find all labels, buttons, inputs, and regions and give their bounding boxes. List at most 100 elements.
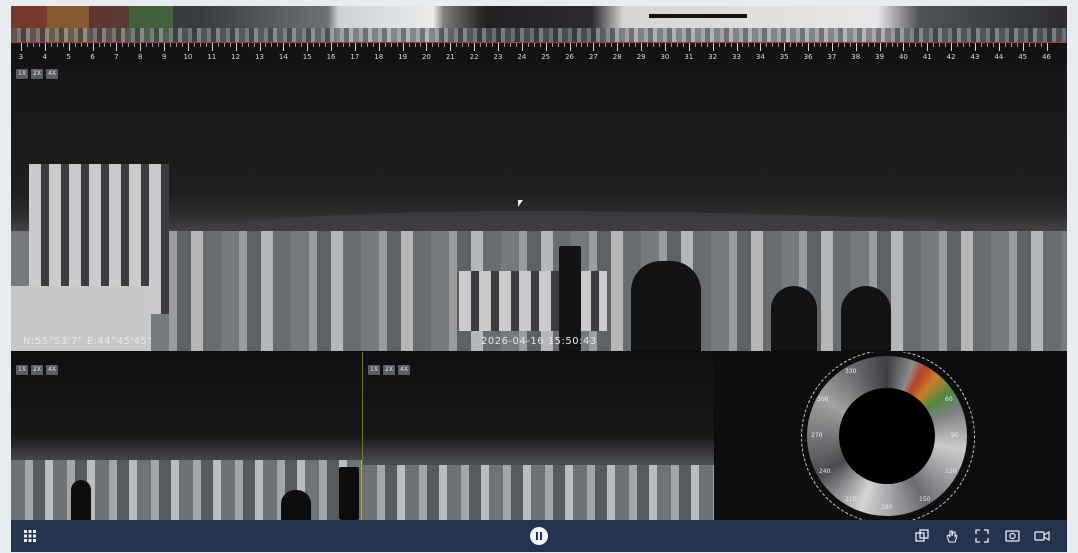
ruler-major-tick [331, 43, 333, 51]
ruler-label: 35 [779, 53, 789, 61]
gps-coordinates: N:55°53'7" E:44°45'45" [23, 336, 153, 347]
sub-view-middle[interactable]: 1X 2X 4X [363, 352, 714, 520]
zoom-2x-button[interactable]: 2X [31, 365, 43, 375]
ruler-minor-tick [104, 43, 106, 47]
compass-label: 240 [819, 468, 831, 475]
ruler-minor-tick [915, 43, 917, 47]
vent-duct [841, 286, 891, 351]
fullscreen-icon[interactable] [974, 520, 990, 552]
record-video-icon[interactable] [1034, 520, 1050, 552]
ruler-label: 25 [541, 53, 551, 61]
ruler-minor-tick [819, 43, 821, 47]
zoom-4x-button[interactable]: 4X [46, 365, 58, 375]
layers-icon[interactable] [914, 520, 930, 552]
snapshot-icon[interactable] [1004, 520, 1020, 552]
ruler-label: 10 [183, 53, 193, 61]
ruler-minor-tick [730, 43, 732, 47]
compass-label: 150 [919, 496, 931, 503]
ruler-minor-tick [694, 43, 696, 47]
zoom-1x-button[interactable]: 1X [16, 69, 28, 79]
ruler-label: 18 [374, 53, 384, 61]
ruler-minor-tick [110, 43, 112, 47]
vent-duct [71, 480, 91, 520]
ruler-minor-tick [253, 43, 255, 47]
ruler-major-tick [975, 43, 976, 51]
ruler-minor-tick [432, 43, 434, 47]
ruler-minor-tick [885, 43, 887, 47]
zoom-2x-button[interactable]: 2X [383, 365, 395, 375]
ruler-minor-tick [396, 43, 398, 47]
ruler-major-tick [426, 43, 428, 51]
pause-button[interactable] [528, 520, 550, 552]
ruler-label: 5 [66, 53, 71, 61]
ruler-minor-tick [193, 43, 195, 47]
main-thermal-view[interactable]: 1X 2X 4X N:55°53'7" E:44°45'45" 2026-04-… [11, 66, 1067, 351]
ruler-label: 6 [90, 53, 95, 61]
ruler-label: 31 [684, 53, 694, 61]
ruler-label: 42 [946, 53, 956, 61]
compass-label: 120 [945, 468, 957, 475]
sub-view-left[interactable]: 1X 2X 4X [11, 352, 363, 520]
ruler-minor-tick [181, 43, 183, 47]
zoom-4x-button[interactable]: 4X [398, 365, 410, 375]
ruler-major-tick [283, 43, 285, 51]
ruler-label: 28 [612, 53, 622, 61]
ruler-minor-tick [611, 43, 613, 47]
grid-menu-icon[interactable] [23, 520, 37, 552]
ruler-label: 4 [42, 53, 48, 61]
ruler-minor-tick [241, 43, 243, 47]
heading-compass[interactable]: 270 300 330 60 90 120 150 180 210 240 [801, 352, 975, 520]
ruler-label: 11 [207, 53, 217, 61]
ruler-minor-tick [873, 43, 875, 47]
ruler-minor-tick [217, 43, 219, 47]
ruler-minor-tick [462, 43, 464, 47]
ruler-major-tick [235, 43, 237, 51]
ruler-major-tick [808, 43, 810, 51]
ruler-major-tick [211, 43, 213, 51]
ruler-minor-tick [348, 43, 350, 47]
ruler-minor-tick [456, 43, 458, 47]
ruler-minor-tick [790, 43, 792, 47]
ruler-minor-tick [658, 43, 660, 47]
zoom-4x-button[interactable]: 4X [46, 69, 58, 79]
ruler-minor-tick [468, 43, 470, 47]
ruler-minor-tick [313, 43, 315, 47]
ruler-minor-tick [724, 43, 726, 47]
pause-icon [530, 527, 548, 545]
ruler-label: 33 [732, 53, 741, 61]
ruler-label: 23 [493, 53, 503, 61]
ruler-major-tick [664, 43, 666, 51]
ruler-minor-tick [653, 43, 655, 47]
ruler-label: 3 [18, 53, 24, 61]
ruler-label: 45 [1018, 53, 1028, 61]
zoom-1x-button[interactable]: 1X [368, 365, 380, 375]
ruler-minor-tick [152, 43, 154, 47]
ruler-major-tick [378, 43, 380, 51]
ruler-minor-tick [486, 43, 488, 47]
ruler-label: 21 [445, 53, 455, 61]
ruler-major-tick [259, 43, 261, 51]
ruler-minor-tick [176, 43, 178, 47]
ruler-minor-tick [945, 43, 947, 47]
zoom-2x-button[interactable]: 2X [31, 69, 43, 79]
ruler-major-tick [593, 43, 595, 51]
ruler-minor-tick [503, 43, 505, 47]
ruler-label: 17 [350, 53, 360, 61]
ruler-minor-tick [796, 43, 798, 47]
ruler-minor-tick [271, 43, 273, 47]
ruler-major-tick [998, 43, 1000, 51]
ruler-minor-tick [170, 43, 172, 47]
zoom-1x-button[interactable]: 1X [16, 365, 28, 375]
ruler-major-tick [187, 43, 189, 51]
ruler-major-tick [688, 43, 690, 51]
ruler-minor-tick [772, 43, 774, 47]
compass-label: 330 [845, 368, 857, 375]
ruler-major-tick [784, 43, 786, 51]
midrange-building [459, 271, 607, 331]
sub2-zoom-buttons: 1X 2X 4X [368, 365, 410, 375]
panorama-strip[interactable] [11, 6, 1067, 42]
ptz-hand-icon[interactable] [944, 520, 960, 552]
ruler-minor-tick [867, 43, 869, 47]
panorama-skyline [11, 28, 1067, 42]
ruler-major-tick [68, 43, 70, 51]
